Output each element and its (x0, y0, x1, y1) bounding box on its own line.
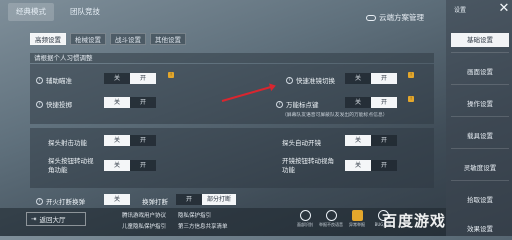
toggle-off[interactable]: 关 (345, 73, 371, 84)
toggle-off[interactable]: 关 (104, 97, 130, 108)
setting-peek-fire: 探头射击功能 (48, 139, 87, 147)
face-icon-shape (299, 210, 311, 221)
divider (451, 116, 509, 117)
sub-tab-bar: 高频设置 枪械设置 战斗设置 其他设置 (30, 33, 186, 45)
setting-quick-throw: ? 快捷投掷 (36, 99, 72, 109)
scope-switch-toggle[interactable]: 关 开 (345, 73, 397, 84)
divider (451, 148, 509, 149)
setting-peek-auto-scope: 探头自动开镜 (282, 139, 321, 147)
setting-peek-rotate: 探头按钮转动视角功能 (48, 157, 94, 174)
toggle-on[interactable]: 开 (371, 135, 397, 146)
report-icon-shape (325, 210, 337, 221)
link-third-party[interactable]: 第三方信息共享清单 (178, 222, 228, 230)
scope-rotate-toggle[interactable]: 关 开 (345, 160, 397, 171)
link-user-agreement[interactable]: 腾讯游戏用户协议 (122, 211, 166, 219)
sidebar-item-basic[interactable]: 基础设置 (451, 33, 509, 47)
help-icon[interactable]: ? (276, 100, 283, 108)
divider (451, 84, 509, 85)
link-privacy[interactable]: 隐私保护指引 (178, 211, 211, 219)
toggle-off[interactable]: 关 (345, 97, 371, 108)
setting-label: 辅助瞄准 (46, 77, 72, 85)
warning-icon[interactable]: 异常举报 (348, 210, 366, 228)
setting-aim-assist: ? 辅助瞄准 (36, 75, 72, 85)
toggle-on[interactable]: 开 (371, 73, 397, 84)
setting-label: 开火打断换弹 (46, 198, 85, 206)
icon-label: 面部识别 (297, 222, 313, 227)
toggle-off[interactable]: 关 (104, 73, 130, 84)
exit-icon: ⇥ (31, 215, 37, 223)
watermark-logo: 百度游戏 (382, 212, 447, 230)
bottom-icon-row: 面部识别 举报不良语音 异常举报 BUG反馈 (296, 210, 392, 228)
toggle-on[interactable]: 开 (371, 97, 397, 108)
tag-icon: ! (408, 72, 414, 78)
toggle-on[interactable]: 开 (176, 194, 202, 205)
reload-interrupt-toggle[interactable]: 开 部分打断 (176, 194, 236, 205)
setting-scope-rotate: 开镜按钮转动视角功能 (282, 157, 334, 174)
subtab-other[interactable]: 其他设置 (150, 33, 186, 45)
fire-interrupt-toggle[interactable]: 关 (104, 194, 130, 205)
toggle-off[interactable]: 关 (104, 160, 130, 171)
return-lobby-button[interactable]: ⇥ 返回大厅 (26, 212, 86, 226)
toggle-off[interactable]: 关 (345, 135, 371, 146)
universal-marker-toggle[interactable]: 关 开 (345, 97, 397, 108)
settings-title: 设置 (454, 6, 467, 14)
aim-assist-toggle[interactable]: 关 开 (104, 73, 156, 84)
cloud-save-label: 云端方案管理 (379, 13, 424, 22)
subtab-high-frequency[interactable]: 高频设置 (30, 33, 66, 45)
toggle-off[interactable]: 关 (104, 135, 130, 146)
peek-fire-toggle[interactable]: 关 开 (104, 135, 156, 146)
sidebar-header: 设置 ✕ (454, 0, 512, 18)
sidebar-item-sensitivity[interactable]: 灵敏度设置 (451, 161, 509, 175)
close-icon[interactable]: ✕ (496, 1, 512, 17)
sidebar-item-graphics[interactable]: 画面设置 (451, 65, 509, 79)
subtab-weapon[interactable]: 枪械设置 (70, 33, 106, 45)
toggle-off[interactable]: 关 (345, 160, 371, 171)
help-icon[interactable]: ? (36, 100, 43, 108)
help-icon[interactable]: ? (36, 76, 43, 84)
section-header: 请根据个人习惯调整 (30, 53, 434, 63)
face-icon[interactable]: 面部识别 (296, 210, 314, 228)
peek-auto-scope-toggle[interactable]: 关 开 (345, 135, 397, 146)
toggle-on[interactable]: 开 (371, 160, 397, 171)
setting-label: 快捷投掷 (46, 101, 72, 109)
sidebar-item-vehicle[interactable]: 载具设置 (451, 129, 509, 143)
link-child-privacy[interactable]: 儿童隐私保护指引 (122, 222, 166, 230)
icon-label: 异常举报 (349, 222, 365, 227)
tab-classic-mode[interactable]: 经典模式 (8, 3, 54, 21)
divider (451, 52, 509, 53)
setting-label: 快速准镜切换 (296, 77, 335, 85)
universal-marker-note: （屏幕队友语音可屏蔽队友发出的万能标点信息） (282, 113, 388, 118)
toggle-partial[interactable]: 部分打断 (202, 194, 236, 205)
sidebar-item-pickup[interactable]: 拾取设置 (451, 193, 509, 207)
toggle-on[interactable]: 开 (130, 97, 156, 108)
setting-label: 万能标点键 (286, 101, 319, 109)
toggle-on[interactable]: 开 (130, 160, 156, 171)
warning-icon-shape (351, 210, 363, 221)
setting-fire-interrupt: ? 开火打断换弹 (36, 196, 85, 206)
toggle-off[interactable]: 关 (104, 194, 130, 205)
setting-scope-switch: ? 快速准镜切换 (286, 75, 335, 85)
sidebar-item-effects[interactable]: 效果设置 (451, 222, 509, 236)
cloud-icon (366, 14, 376, 21)
toggle-on[interactable]: 开 (130, 73, 156, 84)
divider (451, 180, 509, 181)
setting-reload-interrupt: 换弹打断 (142, 198, 168, 206)
subtab-combat[interactable]: 战斗设置 (110, 33, 146, 45)
toggle-on[interactable]: 开 (130, 135, 156, 146)
cloud-save-button[interactable]: 云端方案管理 (366, 12, 424, 23)
tag-icon: ! (408, 96, 414, 102)
tab-team-competition[interactable]: 团队竞技 (62, 3, 108, 21)
quick-throw-toggle[interactable]: 关 开 (104, 97, 156, 108)
peek-rotate-toggle[interactable]: 关 开 (104, 160, 156, 171)
help-icon[interactable]: ? (36, 197, 43, 205)
return-label: 返回大厅 (39, 216, 66, 224)
setting-universal-marker: ? 万能标点键 (276, 99, 319, 109)
tag-icon: ! (168, 72, 174, 78)
help-icon[interactable]: ? (286, 76, 293, 84)
icon-label: 举报不良语音 (319, 222, 343, 227)
sidebar-item-controls[interactable]: 操作设置 (451, 97, 509, 111)
report-icon[interactable]: 举报不良语音 (319, 210, 343, 228)
